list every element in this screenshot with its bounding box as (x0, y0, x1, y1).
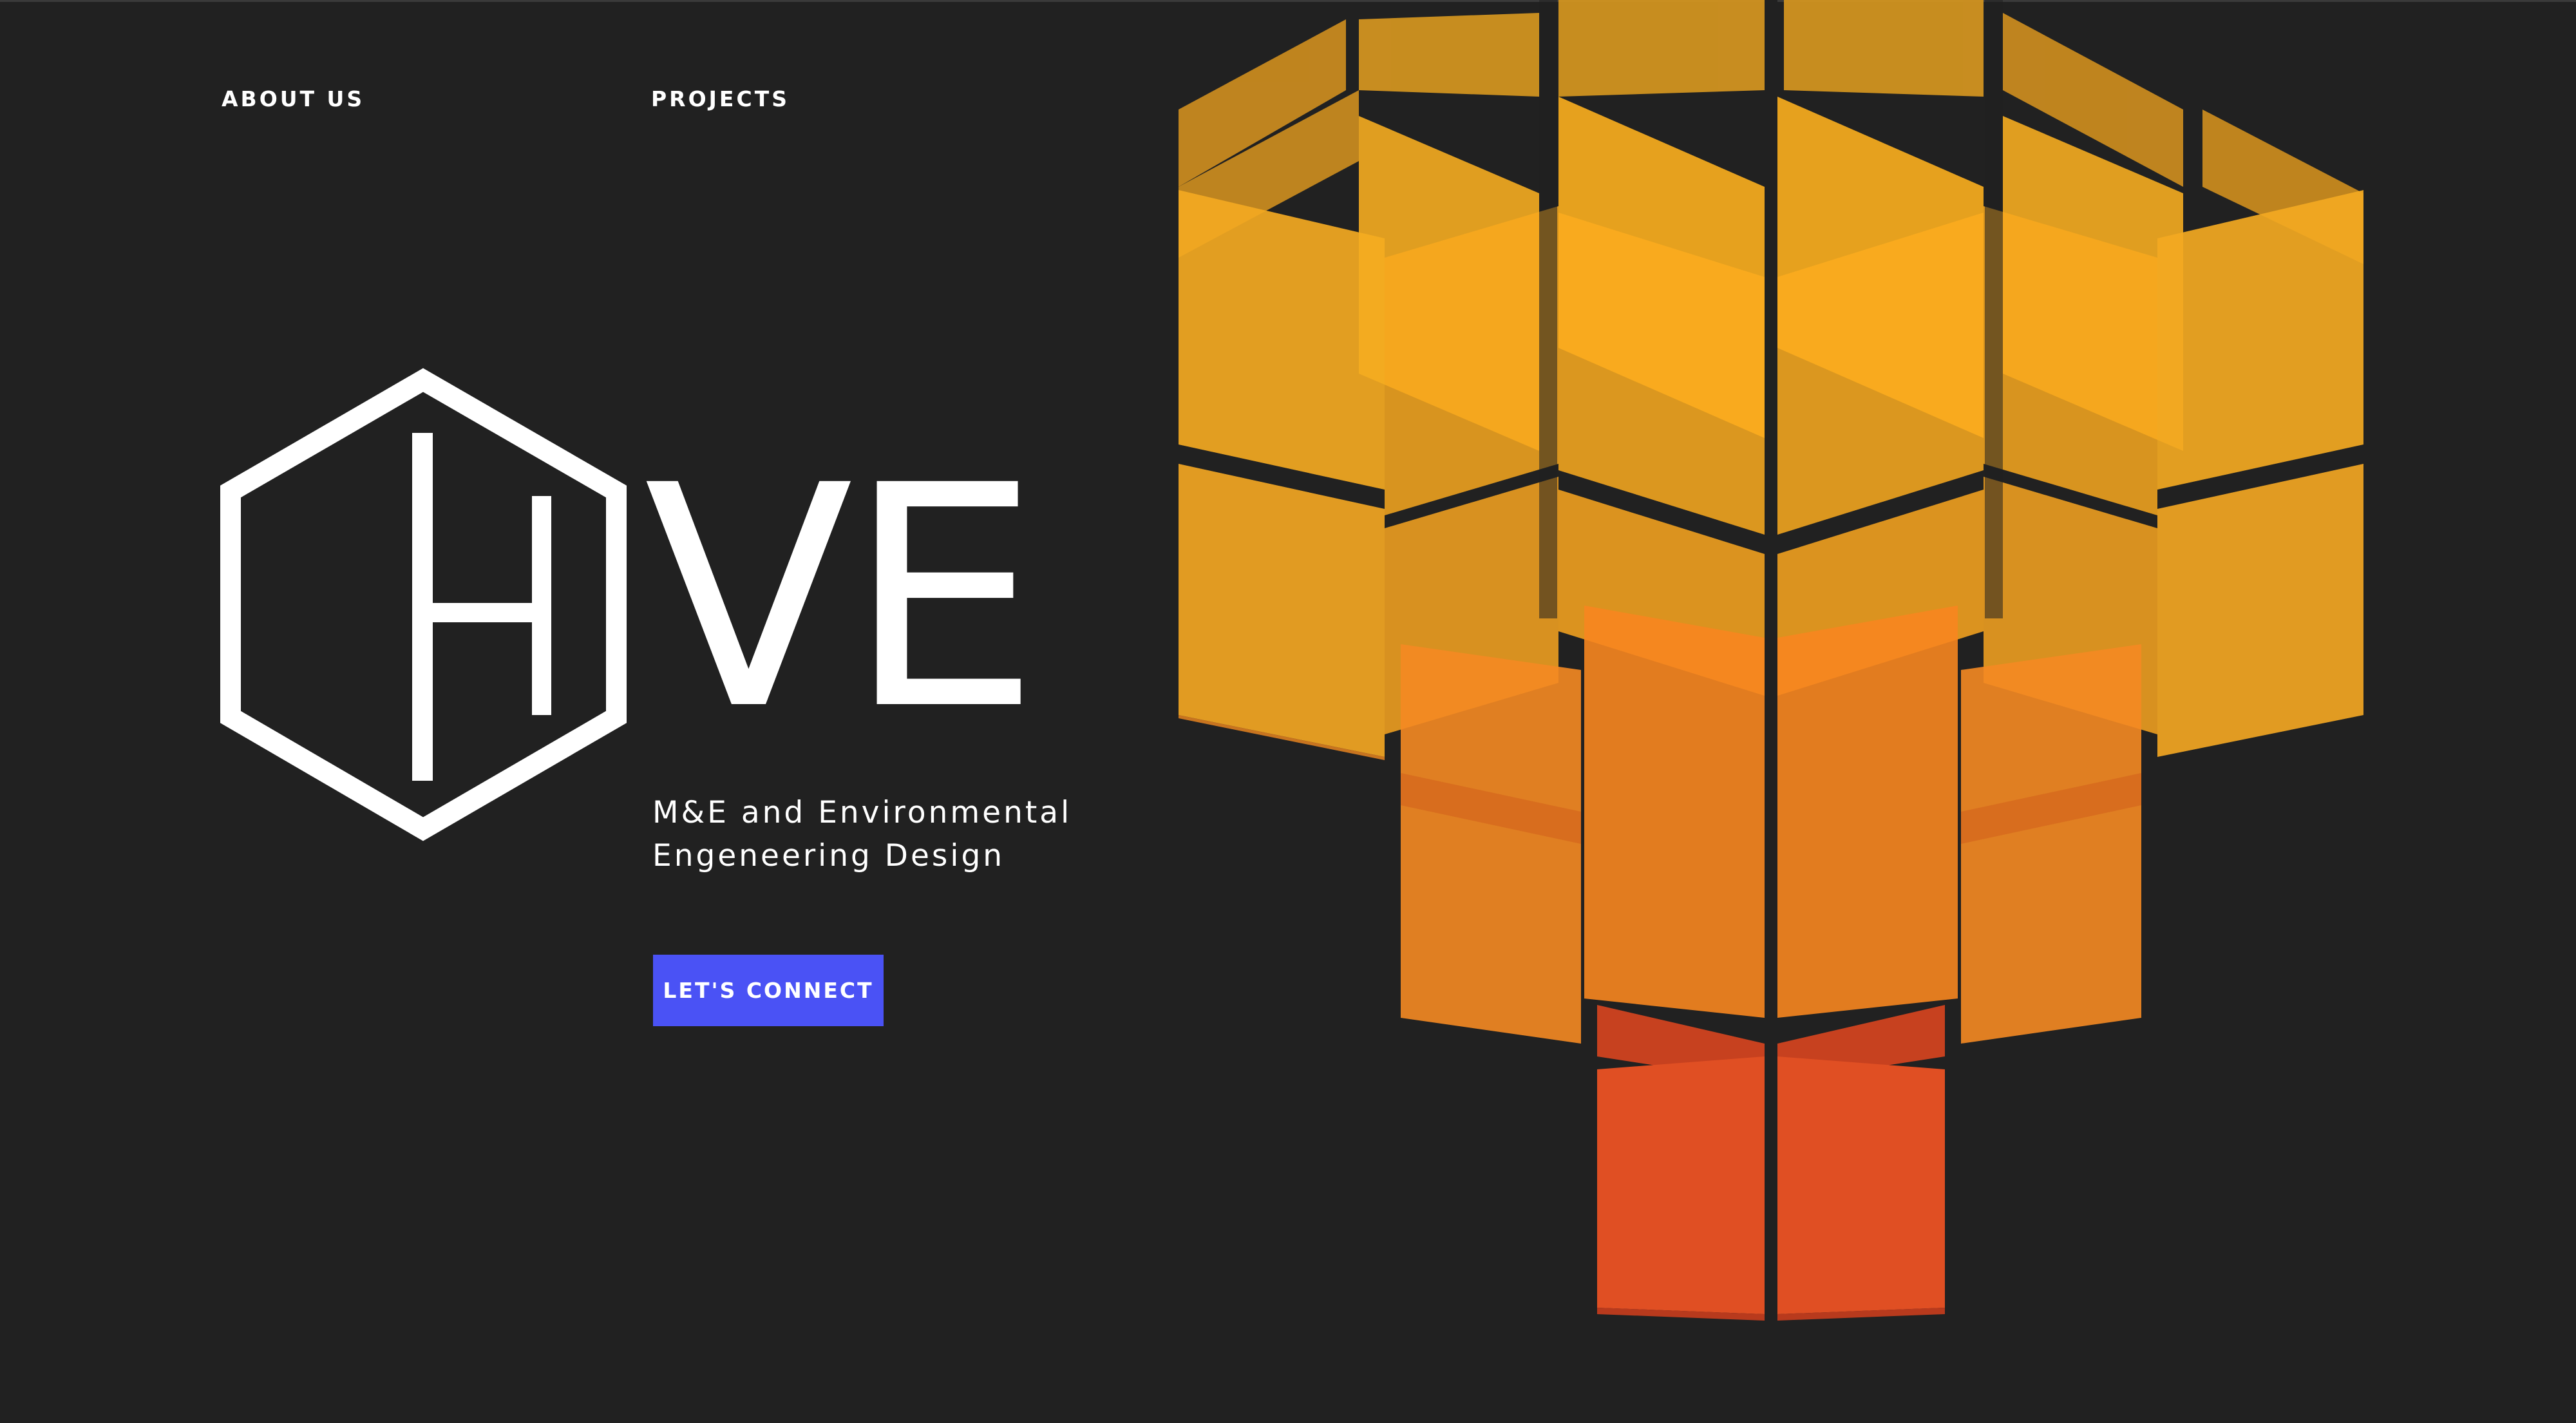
cube-stack-illustration (1179, 0, 2363, 1327)
